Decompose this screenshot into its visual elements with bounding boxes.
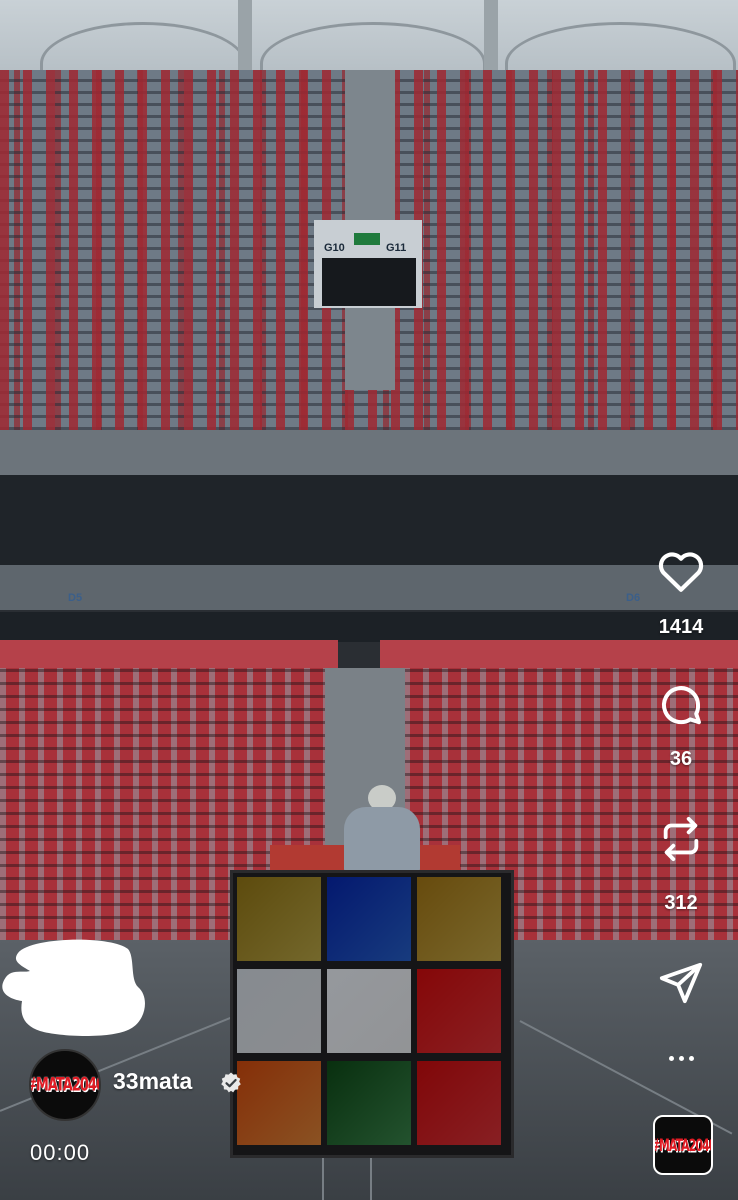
sound-thumbnail[interactable]: #MATA2040	[653, 1115, 713, 1175]
cube-cell	[327, 969, 411, 1053]
person-figure	[344, 785, 420, 875]
cube-cell	[417, 969, 501, 1053]
dot	[678, 1055, 684, 1061]
concourse-upper	[0, 430, 738, 475]
floor-line	[370, 1155, 372, 1200]
like-button[interactable]	[653, 546, 709, 594]
like-count: 1414	[658, 616, 704, 638]
comment-bubble-icon	[662, 686, 701, 725]
section-label-left: D5	[68, 592, 83, 604]
person-torso	[344, 807, 420, 873]
cube-cell	[417, 1061, 501, 1145]
exit-sign	[354, 233, 380, 245]
avatar-text: #MATA2040	[29, 1074, 101, 1096]
paper-plane-icon	[659, 962, 703, 1004]
rubiks-cube	[230, 870, 514, 1158]
cube-cell	[237, 969, 321, 1053]
repost-count: 312	[664, 892, 698, 914]
stand-banner-right	[380, 640, 738, 668]
section-label-right: D6	[626, 592, 641, 604]
avatar[interactable]: #MATA2040	[29, 1049, 101, 1121]
video-timestamp: 00:00	[30, 1140, 91, 1165]
gate-label-left: G10	[324, 242, 345, 254]
stand-banner-left	[0, 640, 338, 668]
roof-post	[238, 0, 252, 70]
cube-cell	[237, 877, 321, 961]
cube-cell	[417, 877, 501, 961]
comment-button[interactable]	[653, 681, 709, 729]
dot	[668, 1055, 674, 1061]
repost-button[interactable]	[653, 815, 709, 863]
cube-cell	[327, 877, 411, 961]
heart-icon	[658, 552, 704, 592]
share-button[interactable]	[653, 958, 709, 1006]
comment-count: 36	[669, 748, 693, 770]
lower-band	[0, 612, 738, 642]
cube-cell	[237, 1061, 321, 1145]
verified-badge-icon	[221, 1072, 241, 1093]
username[interactable]: 33mata	[113, 1068, 192, 1095]
cube-cell	[327, 1061, 411, 1145]
gate-doorway	[322, 258, 416, 306]
dot	[688, 1055, 694, 1061]
gate-label-right: G11	[386, 242, 407, 254]
redaction-blob	[2, 939, 145, 1036]
roof-post	[484, 0, 498, 70]
repost-arrows-icon	[663, 816, 699, 862]
video-player[interactable]: G10 G11 D5 D6 1414 36 312 #MATA2040 #MAT…	[0, 0, 738, 1200]
floor-line	[322, 1155, 324, 1200]
more-dots-icon[interactable]	[653, 1044, 709, 1072]
concourse-dark	[0, 475, 738, 565]
sound-thumbnail-text: #MATA2040	[653, 1135, 713, 1155]
